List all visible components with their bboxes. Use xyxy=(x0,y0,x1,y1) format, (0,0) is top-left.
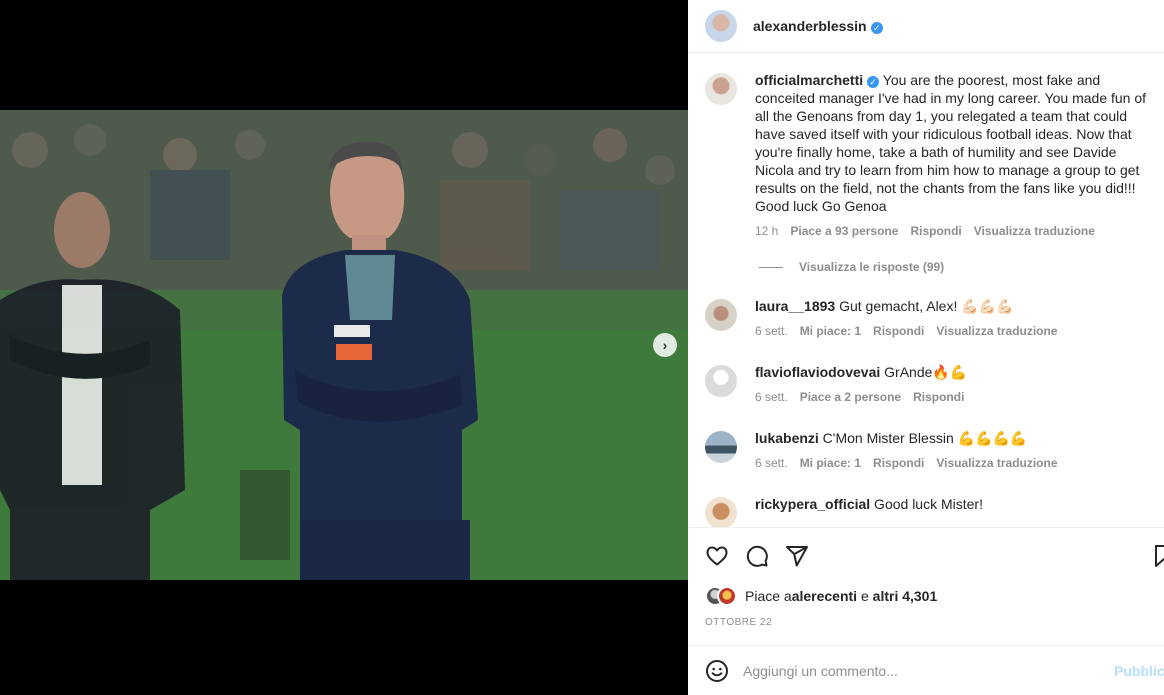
comment-meta: 6 sett. Mi piace: 1 Rispondi Visualizza … xyxy=(755,454,1150,472)
comment-item: officialmarchetti ✓ You are the poorest, … xyxy=(705,71,1150,240)
author-username[interactable]: alexanderblessin ✓ xyxy=(753,18,883,34)
post-photo[interactable] xyxy=(0,110,688,580)
comment-text: C'Mon Mister Blessin 💪💪💪💪 xyxy=(818,430,1028,446)
comment-item: lukabenzi C'Mon Mister Blessin 💪💪💪💪 6 se… xyxy=(705,429,1150,472)
post-date[interactable]: OTTOBRE 22 xyxy=(705,617,772,628)
comment-body: officialmarchetti ✓ You are the poorest, … xyxy=(755,71,1150,240)
comment-icon[interactable] xyxy=(745,544,769,568)
liker-avatar[interactable] xyxy=(717,586,737,606)
verified-badge-icon: ✓ xyxy=(867,76,880,88)
smiley-icon[interactable] xyxy=(705,659,729,683)
comment-time[interactable]: 6 sett. xyxy=(755,454,788,472)
likes-middle: e xyxy=(857,588,873,604)
commenter-avatar[interactable] xyxy=(705,73,737,105)
comment-likes[interactable]: Piace a 2 persone xyxy=(800,388,901,406)
comment-text: Good luck Mister! xyxy=(870,496,983,512)
translate-button[interactable]: Visualizza traduzione xyxy=(936,322,1057,340)
post-panel: alexanderblessin ✓ officialmarchetti ✓ You… xyxy=(688,0,1164,695)
translate-button[interactable]: Visualizza traduzione xyxy=(936,454,1057,472)
reply-button[interactable]: Rispondi xyxy=(873,454,924,472)
comment-body: laura__1893 Gut gemacht, Alex! 💪🏻💪🏻💪🏻 6 … xyxy=(755,297,1150,340)
translate-button[interactable]: Visualizza traduzione xyxy=(974,222,1095,240)
liker-username[interactable]: alerecenti xyxy=(792,588,857,604)
comment-body: lukabenzi C'Mon Mister Blessin 💪💪💪💪 6 se… xyxy=(755,429,1150,472)
likes-others-button[interactable]: altri 4,301 xyxy=(873,588,938,604)
reply-button[interactable]: Rispondi xyxy=(913,388,964,406)
author-username-text[interactable]: alexanderblessin xyxy=(753,18,867,34)
commenter-username[interactable]: lukabenzi xyxy=(755,430,819,446)
comment-likes[interactable]: Piace a 93 persone xyxy=(790,222,898,240)
paper-plane-icon[interactable] xyxy=(785,544,809,568)
comment-input[interactable] xyxy=(743,663,1093,679)
author-avatar[interactable] xyxy=(705,10,737,42)
reply-button[interactable]: Rispondi xyxy=(873,322,924,340)
publish-button[interactable]: Pubblica xyxy=(1114,663,1164,679)
media-viewer: › xyxy=(0,0,688,695)
comment-time[interactable]: 6 sett. xyxy=(755,388,788,406)
comment-time[interactable]: 12 h xyxy=(755,222,778,240)
comment-text: Gut gemacht, Alex! 💪🏻💪🏻💪🏻 xyxy=(835,298,1014,314)
comment-body: rickypera_official Good luck Mister! xyxy=(755,495,1150,527)
comment-item: rickypera_official Good luck Mister! xyxy=(705,495,1150,527)
likes-summary: Piace a alerecenti e altri 4,301 xyxy=(705,586,937,606)
commenter-avatar[interactable] xyxy=(705,497,737,527)
commenter-username[interactable]: officialmarchetti xyxy=(755,72,863,88)
bookmark-icon[interactable] xyxy=(1152,544,1164,568)
photo-illustration xyxy=(0,110,688,580)
comment-composer: Pubblica xyxy=(688,645,1164,695)
comment-body: flavioflaviodovevai GrAnde🔥💪 6 sett. Pia… xyxy=(755,363,1150,406)
replies-line xyxy=(759,266,783,268)
view-replies-label[interactable]: Visualizza le risposte (99) xyxy=(799,260,944,274)
comment-item: flavioflaviodovevai GrAnde🔥💪 6 sett. Pia… xyxy=(705,363,1150,406)
view-replies-button[interactable]: Visualizza le risposte (99) xyxy=(759,260,944,274)
post-header: alexanderblessin ✓ xyxy=(688,0,1164,53)
comment-likes[interactable]: Mi piace: 1 xyxy=(800,322,861,340)
comment-time[interactable]: 6 sett. xyxy=(755,322,788,340)
reply-button[interactable]: Rispondi xyxy=(910,222,961,240)
verified-badge-icon: ✓ xyxy=(870,22,883,34)
comment-item: laura__1893 Gut gemacht, Alex! 💪🏻💪🏻💪🏻 6 … xyxy=(705,297,1150,340)
comment-meta: 6 sett. Mi piace: 1 Rispondi Visualizza … xyxy=(755,322,1150,340)
liker-avatars xyxy=(705,586,737,606)
heart-icon[interactable] xyxy=(705,544,729,568)
commenter-avatar[interactable] xyxy=(705,431,737,463)
likes-prefix: Piace a xyxy=(745,588,792,604)
comment-text: GrAnde🔥💪 xyxy=(880,364,968,380)
next-slide-button[interactable]: › xyxy=(653,333,677,357)
commenter-avatar[interactable] xyxy=(705,365,737,397)
post-actions: Piace a alerecenti e altri 4,301 OTTOBRE… xyxy=(688,527,1164,695)
comments-list[interactable]: officialmarchetti ✓ You are the poorest, … xyxy=(688,53,1164,527)
comment-text: You are the poorest, most fake and conce… xyxy=(755,72,1147,214)
comment-meta: 12 h Piace a 93 persone Rispondi Visuali… xyxy=(755,222,1150,240)
commenter-avatar[interactable] xyxy=(705,299,737,331)
commenter-username[interactable]: flavioflaviodovevai xyxy=(755,364,880,380)
comment-meta: 6 sett. Piace a 2 persone Rispondi xyxy=(755,388,1150,406)
commenter-username[interactable]: rickypera_official xyxy=(755,496,870,512)
comment-likes[interactable]: Mi piace: 1 xyxy=(800,454,861,472)
action-icons xyxy=(705,544,809,568)
commenter-username[interactable]: laura__1893 xyxy=(755,298,835,314)
